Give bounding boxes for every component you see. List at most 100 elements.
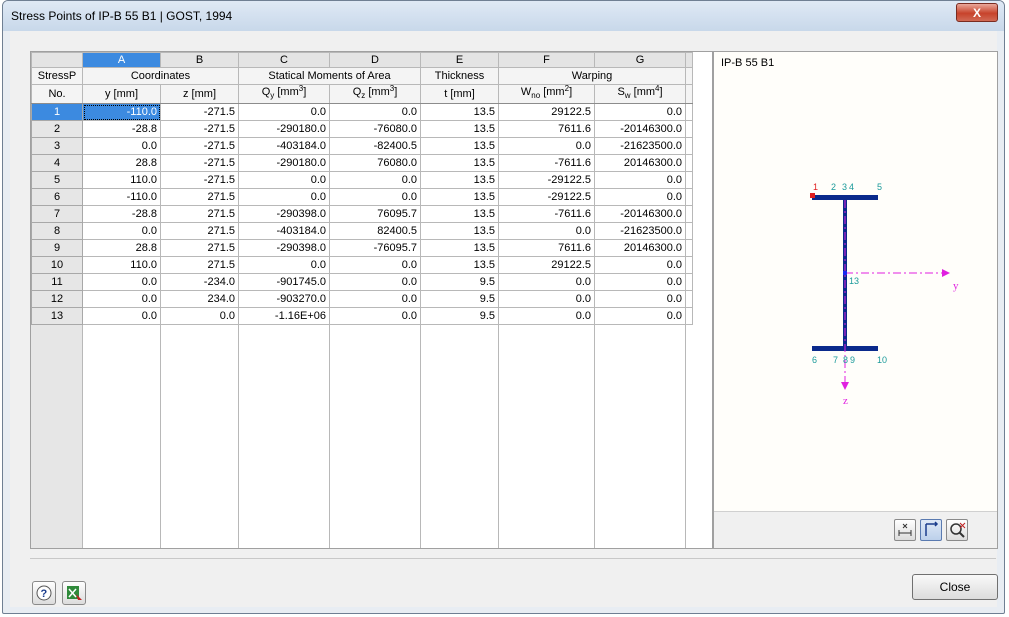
cell-qy[interactable]: -403184.0 xyxy=(238,137,330,156)
cell-sw[interactable]: 0.0 xyxy=(594,290,686,309)
cell-qz[interactable]: -76080.0 xyxy=(329,120,421,139)
cell-sw[interactable]: -20146300.0 xyxy=(594,120,686,139)
help-button[interactable]: ? xyxy=(32,581,56,605)
cell-y[interactable]: 0.0 xyxy=(82,137,161,156)
cell-qy[interactable]: -290180.0 xyxy=(238,120,330,139)
cell-t[interactable]: 13.5 xyxy=(420,239,499,258)
cell-sw[interactable]: 0.0 xyxy=(594,103,686,122)
column-letter-c[interactable]: C xyxy=(238,52,330,68)
cell-z[interactable]: 271.5 xyxy=(160,239,239,258)
cell-qz[interactable]: 0.0 xyxy=(329,256,421,275)
cell-y[interactable]: 110.0 xyxy=(82,256,161,275)
column-letter-b[interactable]: B xyxy=(160,52,239,68)
cell-z[interactable]: -271.5 xyxy=(160,103,239,122)
cell-t[interactable]: 13.5 xyxy=(420,154,499,173)
cell-y[interactable]: 110.0 xyxy=(82,171,161,190)
cell-sw[interactable]: 0.0 xyxy=(594,188,686,207)
cell-wno[interactable]: -7611.6 xyxy=(498,154,595,173)
cell-wno[interactable]: -29122.5 xyxy=(498,188,595,207)
row-number[interactable]: 7 xyxy=(31,205,83,224)
cell-sw[interactable]: 20146300.0 xyxy=(594,239,686,258)
cell-qy[interactable]: 0.0 xyxy=(238,256,330,275)
cell-t[interactable]: 13.5 xyxy=(420,188,499,207)
table-row[interactable]: 12 0.0 234.0 -903270.0 0.0 9.5 0.0 0.0 xyxy=(31,290,693,309)
cell-wno[interactable]: -29122.5 xyxy=(498,171,595,190)
cell-qy[interactable]: 0.0 xyxy=(238,171,330,190)
cell-qy[interactable]: -290398.0 xyxy=(238,205,330,224)
cell-wno[interactable]: 7611.6 xyxy=(498,120,595,139)
cell-z[interactable]: 271.5 xyxy=(160,256,239,275)
cell-y[interactable]: 0.0 xyxy=(82,290,161,309)
reset-view-button[interactable] xyxy=(946,519,968,541)
dimension-button[interactable] xyxy=(894,519,916,541)
cell-wno[interactable]: 29122.5 xyxy=(498,103,595,122)
cell-t[interactable]: 9.5 xyxy=(420,290,499,309)
cell-y[interactable]: -28.8 xyxy=(82,205,161,224)
cell-qz[interactable]: 0.0 xyxy=(329,188,421,207)
cell-wno[interactable]: 7611.6 xyxy=(498,239,595,258)
cell-t[interactable]: 13.5 xyxy=(420,205,499,224)
cell-wno[interactable]: 0.0 xyxy=(498,273,595,292)
cell-wno[interactable]: 0.0 xyxy=(498,222,595,241)
cell-sw[interactable]: -20146300.0 xyxy=(594,205,686,224)
table-row[interactable]: 13 0.0 0.0 -1.16E+06 0.0 9.5 0.0 0.0 xyxy=(31,307,693,326)
row-number[interactable]: 12 xyxy=(31,290,83,309)
cell-wno[interactable]: 29122.5 xyxy=(498,256,595,275)
table-row[interactable]: 10 110.0 271.5 0.0 0.0 13.5 29122.5 0.0 xyxy=(31,256,693,275)
cell-qz[interactable]: 76095.7 xyxy=(329,205,421,224)
cell-qz[interactable]: -82400.5 xyxy=(329,137,421,156)
close-button[interactable]: Close xyxy=(912,574,998,600)
cell-y[interactable]: -28.8 xyxy=(82,120,161,139)
row-number[interactable]: 13 xyxy=(31,307,83,326)
cell-qz[interactable]: 0.0 xyxy=(329,290,421,309)
cell-qz[interactable]: 0.0 xyxy=(329,307,421,326)
cell-z[interactable]: -271.5 xyxy=(160,137,239,156)
cell-z[interactable]: 234.0 xyxy=(160,290,239,309)
cell-y[interactable]: -110.0 xyxy=(82,188,161,207)
cell-z[interactable]: 0.0 xyxy=(160,307,239,326)
cell-sw[interactable]: 0.0 xyxy=(594,273,686,292)
row-number[interactable]: 11 xyxy=(31,273,83,292)
axes-toggle-button[interactable] xyxy=(920,519,942,541)
cell-t[interactable]: 9.5 xyxy=(420,307,499,326)
column-letter-f[interactable]: F xyxy=(498,52,595,68)
cell-qy[interactable]: -290180.0 xyxy=(238,154,330,173)
row-number[interactable]: 2 xyxy=(31,120,83,139)
row-number[interactable]: 3 xyxy=(31,137,83,156)
cell-t[interactable]: 13.5 xyxy=(420,171,499,190)
cell-qz[interactable]: 0.0 xyxy=(329,103,421,122)
cell-qy[interactable]: -290398.0 xyxy=(238,239,330,258)
row-number[interactable]: 1 xyxy=(31,103,83,122)
row-number[interactable]: 5 xyxy=(31,171,83,190)
table-row[interactable]: 8 0.0 271.5 -403184.0 82400.5 13.5 0.0 -2162350… xyxy=(31,222,693,241)
table-row[interactable]: 9 28.8 271.5 -290398.0 -76095.7 13.5 7611.6 201… xyxy=(31,239,693,258)
cell-qy[interactable]: -903270.0 xyxy=(238,290,330,309)
cell-y[interactable]: -110.0 xyxy=(82,103,161,122)
cell-y[interactable]: 0.0 xyxy=(82,273,161,292)
cell-wno[interactable]: 0.0 xyxy=(498,307,595,326)
cell-qz[interactable]: 82400.5 xyxy=(329,222,421,241)
cell-z[interactable]: -271.5 xyxy=(160,171,239,190)
excel-export-button[interactable] xyxy=(62,581,86,605)
cell-y[interactable]: 0.0 xyxy=(82,307,161,326)
cell-y[interactable]: 0.0 xyxy=(82,222,161,241)
row-number[interactable]: 8 xyxy=(31,222,83,241)
cell-qy[interactable]: 0.0 xyxy=(238,103,330,122)
cell-y[interactable]: 28.8 xyxy=(82,239,161,258)
row-number[interactable]: 4 xyxy=(31,154,83,173)
cell-z[interactable]: -271.5 xyxy=(160,120,239,139)
cell-z[interactable]: 271.5 xyxy=(160,205,239,224)
table-row[interactable]: 7 -28.8 271.5 -290398.0 76095.7 13.5 -7611.6 -2… xyxy=(31,205,693,224)
table-row[interactable]: 6 -110.0 271.5 0.0 0.0 13.5 -29122.5 0.0 xyxy=(31,188,693,207)
row-number[interactable]: 10 xyxy=(31,256,83,275)
corner-cell[interactable] xyxy=(31,52,83,68)
row-number[interactable]: 9 xyxy=(31,239,83,258)
column-letter-a[interactable]: A xyxy=(82,52,161,68)
cell-t[interactable]: 9.5 xyxy=(420,273,499,292)
cell-qz[interactable]: -76095.7 xyxy=(329,239,421,258)
cell-qz[interactable]: 76080.0 xyxy=(329,154,421,173)
cell-y[interactable]: 28.8 xyxy=(82,154,161,173)
cell-z[interactable]: 271.5 xyxy=(160,222,239,241)
cell-sw[interactable]: -21623500.0 xyxy=(594,137,686,156)
cell-z[interactable]: 271.5 xyxy=(160,188,239,207)
